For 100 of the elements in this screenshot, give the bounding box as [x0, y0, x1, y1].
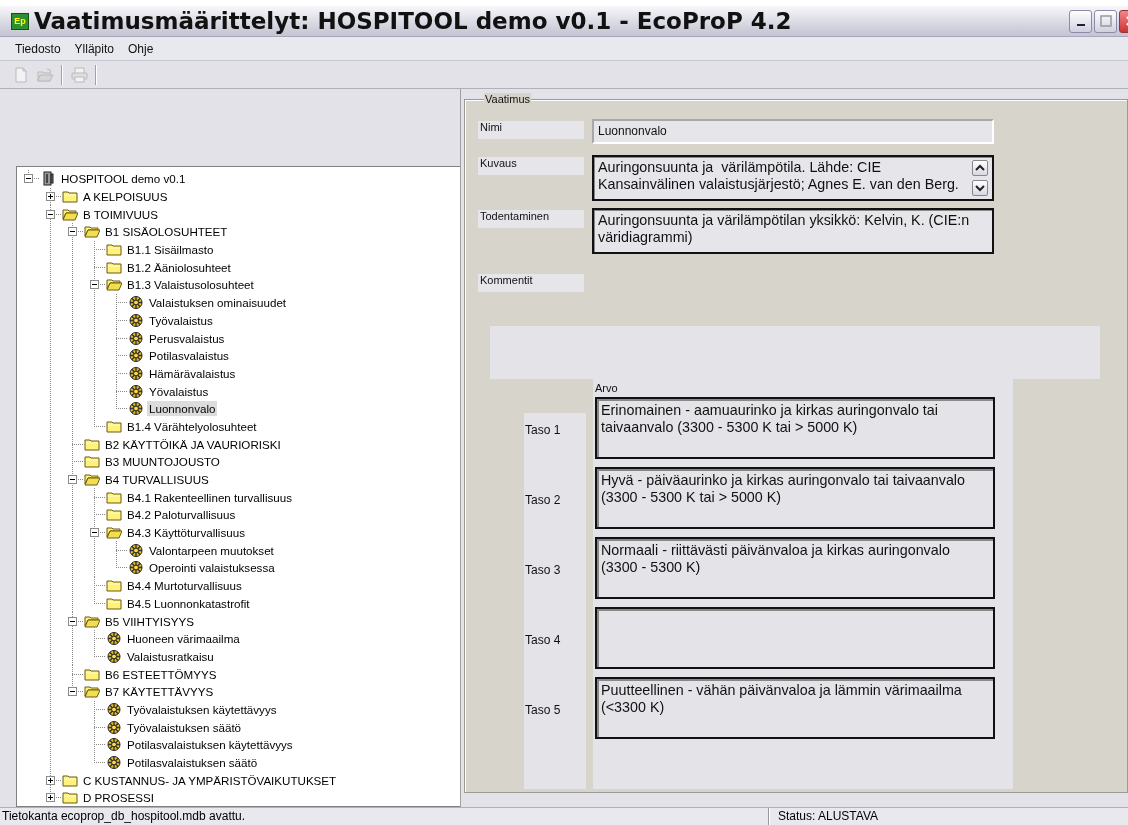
tree-item[interactable]: Työvalaistuksen käytettävyys — [125, 701, 279, 717]
tree-item[interactable]: B1.1 Sisäilmasto — [125, 242, 216, 258]
name-field[interactable]: Luonnonvalo — [592, 119, 994, 144]
scroll-down-button[interactable] — [972, 180, 988, 196]
level-label: Taso 5 — [524, 703, 561, 717]
open-folder-icon — [84, 613, 100, 629]
tree-item[interactable]: B2 KÄYTTÖIKÄ JA VAURIORISKI — [103, 436, 283, 452]
expand-toggle[interactable] — [45, 192, 55, 202]
open-folder-icon — [84, 684, 100, 700]
gear-icon — [106, 648, 122, 664]
folder-icon — [106, 595, 122, 611]
collapse-toggle[interactable] — [89, 280, 99, 290]
chevron-down-icon — [975, 184, 985, 192]
field-label: Nimi — [478, 121, 584, 139]
tree-item[interactable]: Yövalaistus — [147, 383, 211, 399]
open-folder-icon — [84, 472, 100, 488]
tree-item[interactable]: Operointi valaistuksessa — [147, 560, 277, 576]
tree-item[interactable]: Työvalaistus — [147, 312, 215, 328]
level-value-field[interactable]: Hyvä - päiväaurinko ja kirkas auringonvalo tai taivaanvalo (3300 - 5300 K tai > 5000 K) — [595, 467, 995, 529]
tree-item[interactable]: B6 ESTEETTÖMYYS — [103, 666, 219, 682]
level-label: Taso 4 — [524, 633, 561, 647]
tree-item[interactable]: Työvalaistuksen säätö — [125, 719, 244, 735]
tree-item[interactable]: D PROSESSI — [81, 790, 156, 806]
tree-item[interactable]: B1 SISÄOLOSUHTEET — [103, 224, 230, 240]
collapse-toggle[interactable] — [23, 174, 33, 184]
folder-icon — [62, 790, 78, 806]
menu-item[interactable]: Ylläpito — [67, 39, 121, 58]
chevron-up-icon — [975, 164, 985, 172]
status-message: Tietokanta ecoprop_db_hospitool.mdb avattu. — [0, 808, 769, 825]
tree-item[interactable]: B7 KÄYTETTÄVYYS — [103, 684, 216, 700]
status-text: Status: ALUSTAVA — [769, 808, 879, 825]
level-label: Taso 3 — [524, 563, 561, 577]
menu-item[interactable]: Ohje — [120, 39, 161, 58]
gear-icon — [128, 383, 144, 399]
tree-item[interactable]: B4.5 Luonnonkatastrofit — [125, 595, 252, 611]
binder-icon — [40, 171, 56, 187]
tree-item[interactable]: Potilasvalaistus — [147, 348, 231, 364]
folder-icon — [106, 242, 122, 258]
description-field[interactable]: Auringonsuunta ja värilämpötila. Lähde: CIE Kansainvälinen valaistusjärjestö; Agnes E. van den Berg. — [592, 155, 994, 201]
printer-icon — [70, 66, 88, 83]
tree-item[interactable]: B4.4 Murtoturvallisuus — [125, 578, 244, 594]
level-label: Taso 1 — [524, 423, 561, 437]
tree-item[interactable]: Valontarpeen muutokset — [147, 542, 276, 558]
verification-field[interactable]: Auringonsuunta ja värilämpötilan yksikkö: Kelvin, K. (CIE:n väridiagrammi) — [592, 208, 994, 254]
folder-icon — [84, 436, 100, 452]
tree-item[interactable]: Potilasvalaistuksen säätö — [125, 755, 260, 771]
field-label: Kuvaus — [478, 157, 584, 175]
scroll-up-button[interactable] — [972, 160, 988, 176]
tree-item[interactable]: B1.3 Valaistusolosuhteet — [125, 277, 256, 293]
tree-item[interactable]: B4.1 Rakenteellinen turvallisuus — [125, 489, 294, 505]
tree-item[interactable]: Valaistusratkaisu — [125, 648, 216, 664]
collapse-toggle[interactable] — [67, 687, 77, 697]
gear-icon — [128, 295, 144, 311]
tree-item[interactable]: Perusvalaistus — [147, 330, 227, 346]
collapse-toggle[interactable] — [67, 227, 77, 237]
tree-item[interactable]: B4.2 Paloturvallisuus — [125, 507, 238, 523]
value-title: Arvo — [595, 382, 619, 394]
collapse-toggle[interactable] — [45, 209, 55, 219]
tree-item[interactable]: Luonnonvalo — [147, 401, 218, 417]
gear-icon — [128, 401, 144, 417]
tree-item[interactable]: B1.2 Ääniolosuhteet — [125, 259, 233, 275]
tree-item[interactable]: Potilasvalaistuksen käytettävyys — [125, 737, 295, 753]
tree-item[interactable]: B TOIMIVUUS — [81, 206, 160, 222]
tree-item[interactable]: B3 MUUNTOJOUSTO — [103, 454, 222, 470]
tree-item[interactable]: Huoneen värimaailma — [125, 631, 242, 647]
open-folder-icon — [62, 206, 78, 222]
group-title: Vaatimus — [484, 93, 532, 105]
folder-icon — [106, 418, 122, 434]
gear-icon — [106, 701, 122, 717]
tree-item[interactable]: B5 VIIHTYISYYS — [103, 613, 196, 629]
expand-toggle[interactable] — [45, 775, 55, 785]
folder-icon — [84, 666, 100, 682]
tree-item[interactable]: C KUSTANNUS- JA YMPÄRISTÖVAIKUTUKSET — [81, 772, 339, 788]
app-icon: Ep — [11, 12, 29, 30]
tree-item[interactable]: B4.3 Käyttöturvallisuus — [125, 525, 247, 541]
new-document-icon — [12, 66, 30, 83]
level-value-field[interactable]: Puutteellinen - vähän päivänvaloa ja lämmin värimaailma (<3300 K) — [595, 677, 995, 739]
level-value-field[interactable]: Normaali - riittävästi päivänvaloa ja kirkas auringonvalo (3300 - 5300 K) — [595, 537, 995, 599]
menu-item[interactable]: Tiedosto — [8, 39, 68, 58]
level-value-field[interactable]: Erinomainen - aamuaurinko ja kirkas auringonvalo tai taivaanvalo (3300 - 5300 K tai > 5000 K) — [595, 397, 995, 459]
collapse-toggle[interactable] — [67, 616, 77, 626]
open-folder-icon — [106, 525, 122, 541]
gear-icon — [106, 755, 122, 771]
gear-icon — [128, 348, 144, 364]
expand-toggle[interactable] — [45, 793, 55, 803]
folder-icon — [106, 507, 122, 523]
tree-item[interactable]: Hämärävalaistus — [147, 365, 238, 381]
collapse-toggle[interactable] — [67, 475, 77, 485]
minimize-icon — [1076, 24, 1085, 26]
tree-item[interactable]: A KELPOISUUS — [81, 189, 170, 205]
level-value-field[interactable] — [595, 607, 995, 669]
minimize-button[interactable] — [1069, 9, 1092, 33]
collapse-toggle[interactable] — [89, 528, 99, 538]
tree-item[interactable]: HOSPITOOL demo v0.1 — [59, 171, 188, 187]
tree-item[interactable]: B1.4 Värähtelyolosuhteet — [125, 418, 259, 434]
gear-icon — [128, 330, 144, 346]
folder-icon — [106, 259, 122, 275]
tree-item[interactable]: Valaistuksen ominaisuudet — [147, 295, 289, 311]
folder-icon — [106, 489, 122, 505]
tree-item[interactable]: B4 TURVALLISUUS — [103, 472, 211, 488]
